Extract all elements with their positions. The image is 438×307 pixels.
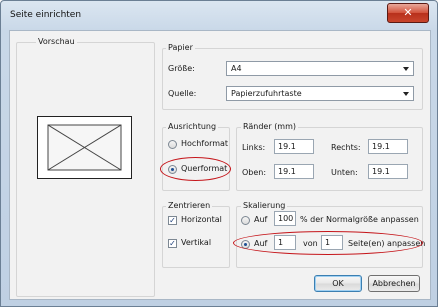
close-icon: ✕: [403, 6, 413, 19]
paper-group-label: Papier: [166, 43, 195, 52]
scale-fit-highlight-oval: [233, 231, 423, 255]
paper-source-select[interactable]: Papierzufuhrtaste: [226, 86, 414, 101]
paper-source-label: Quelle:: [168, 89, 197, 98]
preview-sheet-graphic: [47, 124, 122, 171]
landscape-highlight-oval: [160, 157, 231, 181]
ok-button[interactable]: OK: [314, 275, 362, 292]
margin-right-label: Rechts:: [331, 143, 361, 152]
margins-group-label: Ränder (mm): [241, 122, 299, 131]
paper-size-select[interactable]: A4: [226, 61, 414, 76]
chevron-down-icon: [403, 67, 409, 71]
chevron-down-icon: [403, 92, 409, 96]
margin-left-input[interactable]: 19.1: [274, 139, 314, 154]
scale-percent-auf-label[interactable]: Auf: [254, 215, 267, 224]
paper-size-label: Größe:: [168, 64, 195, 73]
scale-percent-suffix: % der Normalgröße anpassen: [300, 215, 419, 224]
preview-paper: [37, 116, 132, 179]
portrait-radio[interactable]: [168, 140, 177, 149]
orientation-group-label: Ausrichtung: [166, 122, 219, 131]
horizontal-checkbox[interactable]: ✓: [168, 216, 177, 225]
scale-percent-radio[interactable]: [241, 216, 250, 225]
margin-top-input[interactable]: 19.1: [274, 164, 314, 179]
vertical-checkbox[interactable]: ✓: [168, 239, 177, 248]
paper-source-value: Papierzufuhrtaste: [231, 89, 302, 98]
centering-group-label: Zentrieren: [166, 201, 213, 210]
scale-percent-input[interactable]: 100: [274, 211, 296, 226]
window-title: Seite einrichten: [10, 10, 82, 20]
margin-right-input[interactable]: 19.1: [368, 139, 408, 154]
paper-size-value: A4: [231, 64, 242, 73]
margin-top-label: Oben:: [242, 168, 267, 177]
cancel-button[interactable]: Abbrechen: [368, 275, 420, 292]
margin-bottom-label: Unten:: [331, 168, 358, 177]
vertical-label[interactable]: Vertikal: [181, 238, 211, 247]
margins-group: [236, 127, 423, 191]
close-button[interactable]: ✕: [387, 3, 429, 23]
horizontal-label[interactable]: Horizontal: [181, 215, 222, 224]
margin-bottom-input[interactable]: 19.1: [368, 164, 408, 179]
margin-left-label: Links:: [242, 143, 266, 152]
scaling-group-label: Skalierung: [241, 201, 288, 210]
portrait-label[interactable]: Hochformat: [181, 139, 228, 148]
preview-group-label: Vorschau: [36, 37, 77, 46]
